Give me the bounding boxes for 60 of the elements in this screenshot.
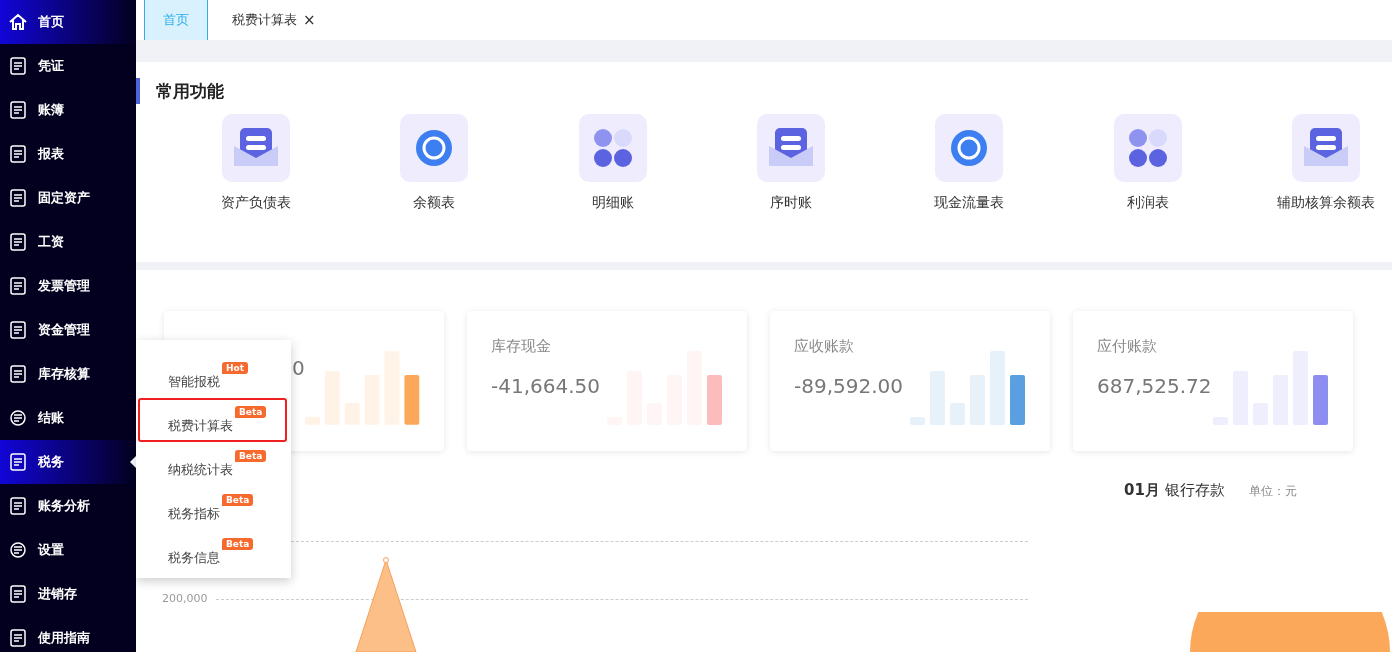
sidebar-item[interactable]: 账簿 <box>0 88 136 132</box>
menu-item-icon <box>8 320 28 340</box>
menu-badge: Beta <box>235 406 267 418</box>
stat-value: 687,525.72 <box>1097 374 1212 398</box>
sidebar-item[interactable]: 结账 <box>0 396 136 440</box>
stat-title: 应付账款 <box>1097 337 1158 356</box>
sidebar-item[interactable]: 税务 <box>0 440 136 484</box>
menu-item[interactable]: 智能报税 Hot <box>138 354 287 398</box>
stat-value: -89,592.00 <box>794 374 903 398</box>
menu-item[interactable]: 纳税统计表 Beta <box>138 442 287 486</box>
menu-item-icon <box>8 628 28 648</box>
report-link[interactable]: 序时账 <box>770 194 812 212</box>
menu-item[interactable]: 税务信息 Beta <box>138 530 287 574</box>
stat-title: 应收账款 <box>794 337 855 356</box>
sidebar-item[interactable]: 设置 <box>0 528 136 572</box>
menu-item-icon <box>8 188 28 208</box>
sidebar-item[interactable]: 发票管理 <box>0 264 136 308</box>
menu-item-icon <box>8 232 28 252</box>
report-link[interactable]: 余额表 <box>413 194 456 212</box>
sidebar-item[interactable]: 工资 <box>0 220 136 264</box>
report-link[interactable]: 辅助核算余额表 <box>1276 194 1375 212</box>
menu-item-icon <box>8 364 28 384</box>
close-icon[interactable]: × <box>303 11 316 29</box>
sidebar-item[interactable]: 账务分析 <box>0 484 136 528</box>
menu-item-icon <box>8 540 28 560</box>
menu-item-icon <box>8 584 28 604</box>
section-title: 常用功能 <box>136 78 1392 104</box>
report-link[interactable]: 明细账 <box>591 194 634 212</box>
chart-title: 01月 银行存款 <box>1124 481 1225 500</box>
menu-item-icon <box>8 496 28 516</box>
menu-badge: Hot <box>222 362 249 374</box>
sidebar-item[interactable]: 凭证 <box>0 44 136 88</box>
stat-title: 库存现金 <box>491 337 552 356</box>
sidebar-item[interactable]: 使用指南 <box>0 616 136 652</box>
menu-badge: Beta <box>222 538 254 550</box>
stat-value: -41,664.50 <box>491 374 600 398</box>
menu-item-icon <box>8 408 28 428</box>
sidebar-item[interactable]: 首页 <box>0 0 136 44</box>
menu-badge: Beta <box>235 450 267 462</box>
report-link[interactable]: 利润表 <box>1126 194 1169 212</box>
menu-item-icon <box>8 100 28 120</box>
menu-item[interactable]: 税费计算表 Beta <box>138 398 287 442</box>
menu-item-icon <box>8 452 28 472</box>
menu-item-icon <box>8 276 28 296</box>
menu-item-icon <box>8 12 28 32</box>
page-tab[interactable]: 税费计算表 × <box>208 0 340 40</box>
sidebar-item[interactable]: 固定资产 <box>0 176 136 220</box>
sidebar-item[interactable]: 资金管理 <box>0 308 136 352</box>
sidebar-item[interactable]: 库存核算 <box>0 352 136 396</box>
stat-value: 0 <box>292 356 305 380</box>
report-link[interactable]: 资产负债表 <box>221 194 291 212</box>
report-link[interactable]: 现金流量表 <box>934 194 1005 212</box>
sidebar-item[interactable]: 进销存 <box>0 572 136 616</box>
unit-label: 单位：元 <box>1248 483 1297 500</box>
axis-tick-label: 200,000 <box>162 592 208 605</box>
menu-item[interactable]: 税务指标 Beta <box>138 486 287 530</box>
sidebar-item[interactable]: 报表 <box>0 132 136 176</box>
menu-item-icon <box>8 56 28 76</box>
menu-item-icon <box>8 144 28 164</box>
menu-badge: Beta <box>222 494 254 506</box>
